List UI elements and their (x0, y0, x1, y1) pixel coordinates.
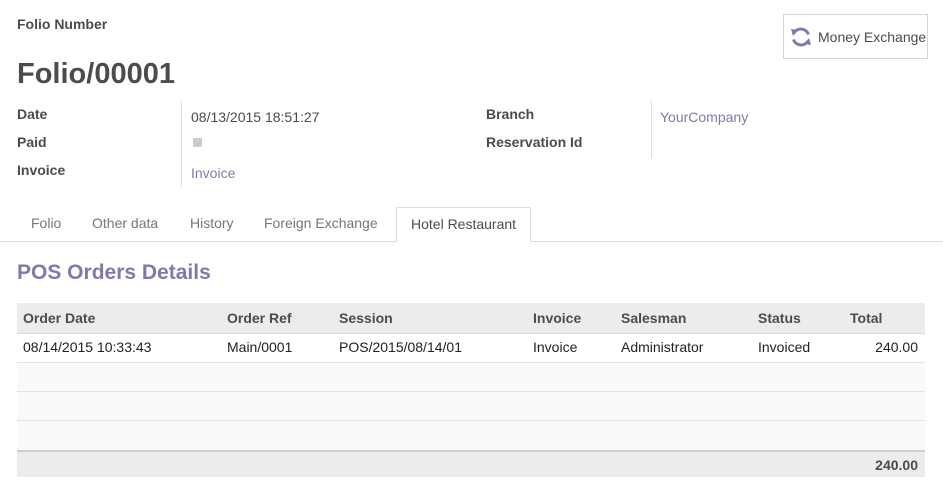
table-row[interactable]: 08/14/2015 10:33:43 Main/0001 POS/2015/0… (17, 334, 925, 363)
paid-checkbox[interactable] (193, 138, 202, 147)
empty-row (17, 392, 925, 421)
order-date-cell: 08/14/2015 10:33:43 (23, 339, 152, 355)
field-separator (651, 101, 652, 158)
empty-row (17, 421, 925, 450)
tab-hotel-restaurant[interactable]: Hotel Restaurant (396, 207, 532, 243)
reservation-id-label: Reservation Id (486, 134, 583, 150)
tab-foreign-exchange[interactable]: Foreign Exchange (250, 207, 392, 242)
tab-folio[interactable]: Folio (17, 207, 75, 242)
total-cell: 240.00 (875, 339, 918, 355)
field-separator (181, 101, 182, 187)
tab-other-data[interactable]: Other data (78, 207, 172, 242)
column-header[interactable]: Invoice (533, 303, 581, 334)
folio-number-title: Folio/00001 (17, 58, 175, 90)
tab-history[interactable]: History (176, 207, 248, 242)
date-label: Date (17, 106, 48, 122)
date-value: 08/13/2015 18:51:27 (191, 109, 320, 125)
empty-row (17, 363, 925, 392)
status-cell: Invoiced (758, 339, 811, 355)
pos-orders-table: Order Date Order Ref Session Invoice Sal… (17, 303, 925, 477)
column-header[interactable]: Status (758, 303, 801, 334)
order-ref-cell: Main/0001 (227, 339, 293, 355)
notebook-tabs: Folio Other data History Foreign Exchang… (0, 207, 943, 243)
column-header[interactable]: Order Ref (227, 303, 292, 334)
column-header[interactable]: Order Date (23, 303, 95, 334)
column-header[interactable]: Total (850, 303, 882, 334)
session-cell: POS/2015/08/14/01 (339, 339, 462, 355)
branch-link[interactable]: YourCompany (660, 109, 748, 125)
money-exchange-label: Money Exchange (818, 28, 927, 45)
pos-orders-title: POS Orders Details (17, 261, 211, 284)
table-header: Order Date Order Ref Session Invoice Sal… (17, 303, 925, 334)
paid-label: Paid (17, 134, 47, 150)
column-header[interactable]: Salesman (621, 303, 686, 334)
invoice-label: Invoice (17, 162, 66, 178)
column-header[interactable]: Session (339, 303, 393, 334)
folio-number-label: Folio Number (17, 16, 108, 32)
footer-total: 240.00 (875, 457, 918, 473)
invoice-cell: Invoice (533, 339, 578, 355)
invoice-link[interactable]: Invoice (191, 165, 235, 181)
refresh-icon (789, 25, 813, 49)
table-footer: 240.00 (17, 450, 925, 477)
branch-label: Branch (486, 106, 535, 122)
salesman-cell: Administrator (621, 339, 704, 355)
money-exchange-button[interactable]: Money Exchange (783, 14, 928, 59)
